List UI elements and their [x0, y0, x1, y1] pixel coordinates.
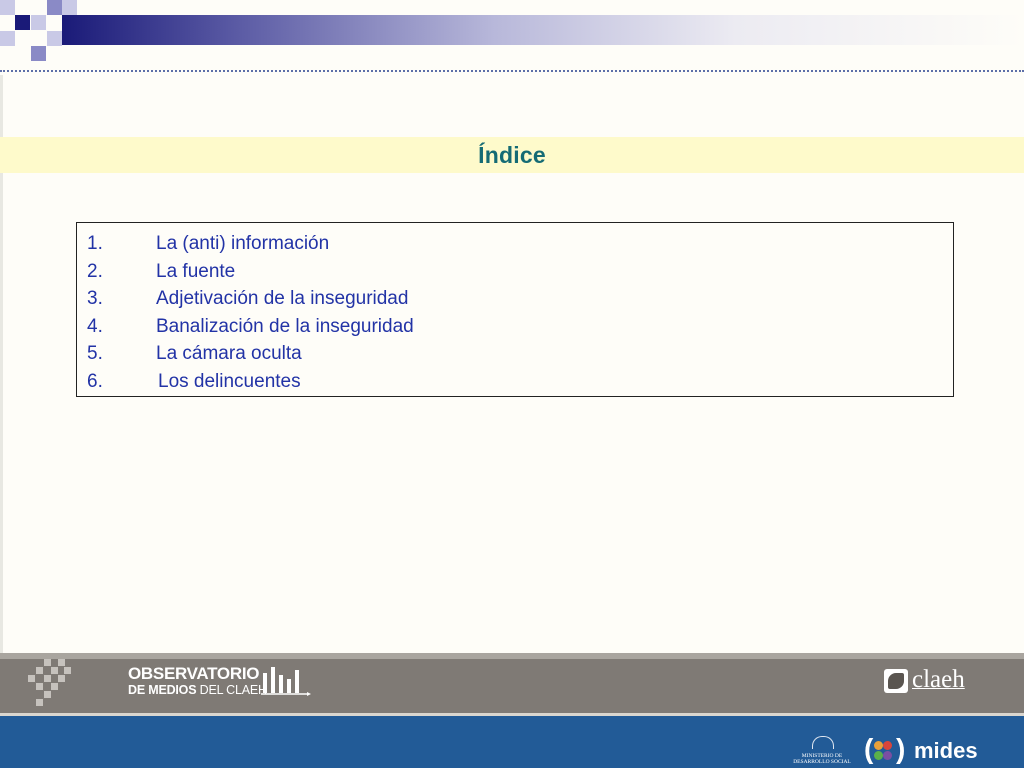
index-label: La cámara oculta	[156, 343, 302, 364]
observatorio-subtitle-rest: DEL CLAEH	[196, 683, 267, 697]
flower-icon	[872, 740, 894, 762]
bar-chart-icon	[261, 667, 311, 696]
observatorio-subtitle-bold: DE MEDIOS	[128, 683, 197, 697]
index-number: 5.	[87, 343, 103, 364]
title-bar: Índice	[0, 137, 1024, 173]
header-gradient-band	[62, 15, 1024, 45]
index-item: 5. La cámara oculta	[77, 341, 953, 369]
footer-gray-highlight	[0, 653, 1024, 659]
mides-wordmark: mides	[914, 738, 978, 763]
index-label: La fuente	[156, 260, 236, 282]
index-number: 2.	[87, 260, 103, 282]
ministerio-logo: MINISTERIO DE DESARROLLO SOCIAL	[786, 736, 858, 768]
index-number: 3.	[87, 288, 103, 309]
index-item: 2. La fuente	[77, 259, 953, 287]
ministerio-caption: MINISTERIO DE DESARROLLO SOCIAL	[786, 753, 858, 765]
index-item: 6. Los delincuentes	[77, 369, 953, 397]
index-label: La (anti) información	[156, 233, 330, 254]
sun-seal-icon	[812, 736, 834, 749]
index-number: 6.	[87, 370, 103, 392]
index-label: Banalización de la inseguridad	[156, 315, 414, 337]
index-label: Adjetivación de la inseguridad	[156, 288, 409, 309]
ministerio-line2: DESARROLLO SOCIAL	[793, 759, 851, 765]
slide-title: Índice	[478, 141, 546, 168]
footer-blue-divider	[0, 713, 1024, 716]
index-box: 1. La (anti) información 2. La fuente 3.…	[76, 222, 954, 397]
observatorio-subtitle: DE MEDIOS DEL CLAEH	[128, 683, 267, 697]
claeh-mark-icon	[884, 669, 908, 693]
header-dotted-rule	[0, 70, 1024, 72]
index-number: 1.	[87, 233, 103, 254]
observatorio-logo: OBSERVATORIO DE MEDIOS DEL CLAEH	[128, 664, 328, 704]
index-item: 4. Banalización de la inseguridad	[77, 314, 953, 342]
pixel-grid-icon	[0, 655, 80, 711]
claeh-logo: claeh	[884, 666, 980, 697]
claeh-wordmark: claeh	[912, 666, 965, 693]
index-label: Los delincuentes	[158, 370, 301, 392]
index-number: 4.	[87, 315, 103, 337]
index-item: 3. Adjetivación de la inseguridad	[77, 286, 953, 314]
observatorio-title: OBSERVATORIO	[128, 664, 260, 683]
mides-logo: ( ) mides	[864, 733, 988, 768]
mides-paren-right-icon: )	[896, 733, 906, 764]
decorative-squares-icon	[0, 0, 90, 64]
index-item: 1. La (anti) información	[77, 231, 953, 259]
